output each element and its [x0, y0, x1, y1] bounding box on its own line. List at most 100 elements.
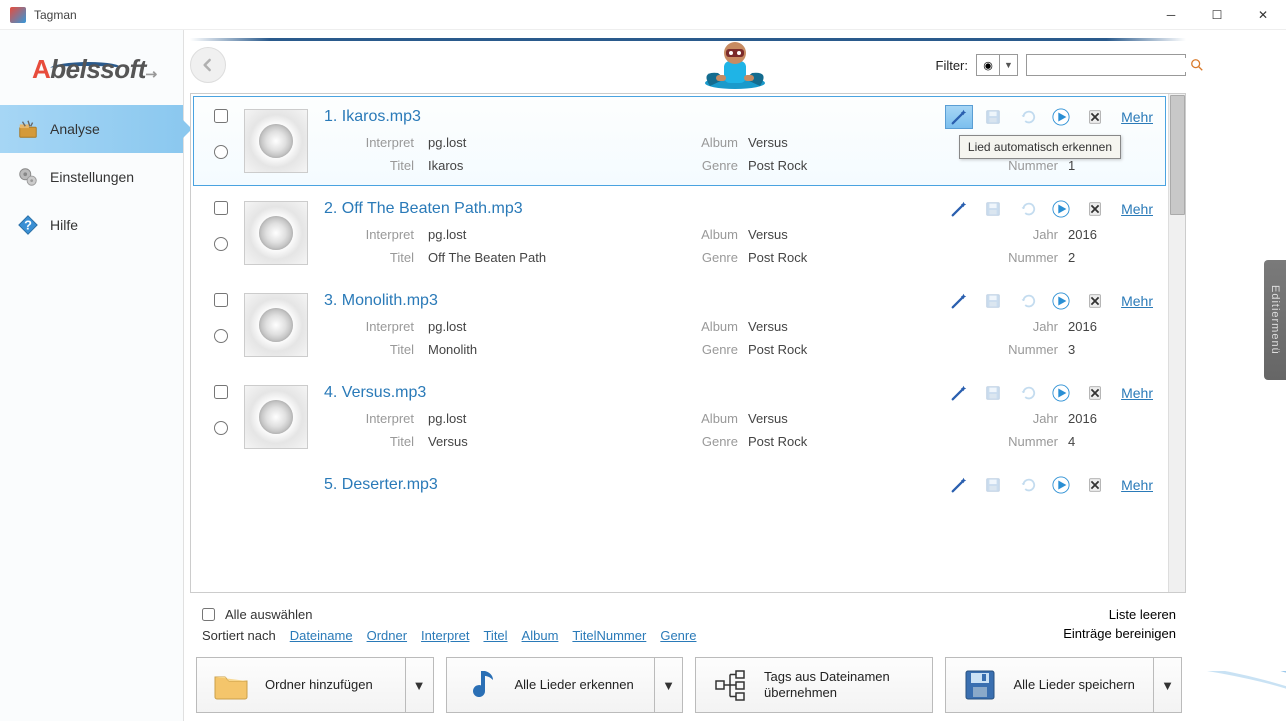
maximize-button[interactable]: ☐	[1194, 0, 1240, 30]
add-folder-button[interactable]: Ordner hinzufügen	[197, 658, 405, 712]
sort-link-dateiname[interactable]: Dateiname	[290, 628, 353, 643]
add-folder-dropdown[interactable]: ▼	[405, 658, 433, 712]
save-icon	[960, 665, 1000, 705]
sidebar-item-hilfe[interactable]: ?Hilfe	[0, 201, 183, 249]
delete-icon[interactable]	[1081, 381, 1109, 405]
tags-from-filenames-button[interactable]: Tags aus Dateinamenübernehmen	[696, 658, 932, 712]
album-art	[244, 201, 308, 265]
wand-icon[interactable]	[945, 381, 973, 405]
delete-icon[interactable]	[1081, 289, 1109, 313]
sort-link-titelnummer[interactable]: TitelNummer	[572, 628, 646, 643]
song-title: 4. Versus.mp3	[324, 384, 426, 402]
song-radio[interactable]	[214, 237, 228, 251]
search-icon	[1190, 58, 1204, 72]
wand-icon[interactable]	[945, 105, 973, 129]
filter-current-icon: ◉	[977, 55, 999, 75]
save-icon[interactable]	[979, 197, 1007, 221]
song-checkbox[interactable]	[214, 385, 228, 399]
sort-link-titel[interactable]: Titel	[483, 628, 507, 643]
song-checkbox[interactable]	[214, 201, 228, 215]
play-icon[interactable]	[1047, 105, 1075, 129]
select-all-checkbox[interactable]	[202, 608, 215, 621]
album-art	[244, 293, 308, 357]
entries-clean-link[interactable]: Einträge bereinigen	[1063, 626, 1176, 641]
filter-select[interactable]: ◉ ▼	[976, 54, 1018, 76]
song-card[interactable]: 3. Monolith.mp3 Mehr Interpretpg.lost Al…	[193, 280, 1166, 370]
wand-icon[interactable]	[945, 289, 973, 313]
song-radio[interactable]	[214, 421, 228, 435]
sidebar-item-analyse[interactable]: Analyse	[0, 105, 183, 153]
delete-icon[interactable]	[1081, 197, 1109, 221]
save-icon[interactable]	[979, 473, 1007, 494]
song-checkbox[interactable]	[214, 293, 228, 307]
save-icon[interactable]	[979, 105, 1007, 129]
album-art	[244, 385, 308, 449]
detect-all-button[interactable]: Alle Lieder erkennen	[447, 658, 655, 712]
album-art	[244, 109, 308, 173]
more-link[interactable]: Mehr	[1121, 293, 1153, 309]
nav-icon: ?	[16, 213, 40, 237]
song-card[interactable]: 5. Deserter.mp3 Mehr	[193, 464, 1166, 494]
play-icon[interactable]	[1047, 473, 1075, 494]
play-icon[interactable]	[1047, 289, 1075, 313]
music-note-icon	[461, 665, 501, 705]
song-card[interactable]: 2. Off The Beaten Path.mp3 Mehr Interpre…	[193, 188, 1166, 278]
dropdown-icon: ▼	[999, 55, 1017, 75]
song-checkbox[interactable]	[214, 109, 228, 123]
minimize-button[interactable]: ─	[1148, 0, 1194, 30]
song-card[interactable]: 4. Versus.mp3 Mehr Interpretpg.lost Albu…	[193, 372, 1166, 462]
undo-[interactable]	[1013, 197, 1041, 221]
save-all-dropdown[interactable]: ▼	[1153, 658, 1181, 712]
undo-[interactable]	[1013, 289, 1041, 313]
nav-icon	[16, 117, 40, 141]
sort-by-label: Sortiert nach	[202, 628, 276, 643]
list-clear-link[interactable]: Liste leeren	[1109, 607, 1176, 622]
more-link[interactable]: Mehr	[1121, 477, 1153, 493]
undo-[interactable]	[1013, 473, 1041, 494]
edit-menu-tab[interactable]: Editiermenü	[1264, 260, 1286, 380]
search-box[interactable]	[1026, 54, 1186, 76]
song-title: 1. Ikaros.mp3	[324, 108, 421, 126]
sort-link-album[interactable]: Album	[522, 628, 559, 643]
play-icon[interactable]	[1047, 381, 1075, 405]
hero-mascot	[700, 31, 770, 91]
save-all-button[interactable]: Alle Lieder speichern	[946, 658, 1154, 712]
content-area: Filter: ◉ ▼ 1. Ikaros.mp	[184, 30, 1286, 721]
detect-all-dropdown[interactable]: ▼	[654, 658, 682, 712]
brand-logo: Abelssoft	[0, 30, 183, 105]
back-button[interactable]	[190, 47, 226, 83]
wand-icon[interactable]	[945, 197, 973, 221]
song-radio[interactable]	[214, 145, 228, 159]
more-link[interactable]: Mehr	[1121, 201, 1153, 217]
scrollbar[interactable]	[1168, 94, 1185, 592]
song-title: 5. Deserter.mp3	[324, 476, 438, 494]
save-icon[interactable]	[979, 289, 1007, 313]
sort-link-interpret[interactable]: Interpret	[421, 628, 469, 643]
more-link[interactable]: Mehr	[1121, 385, 1153, 401]
delete-icon[interactable]	[1081, 473, 1109, 494]
save-icon[interactable]	[979, 381, 1007, 405]
sidebar-item-einstellungen[interactable]: Einstellungen	[0, 153, 183, 201]
wand-icon[interactable]	[945, 473, 973, 494]
undo-[interactable]	[1013, 381, 1041, 405]
titlebar: Tagman ─ ☐ ✕	[0, 0, 1286, 30]
sort-link-genre[interactable]: Genre	[660, 628, 696, 643]
sidebar: Abelssoft AnalyseEinstellungen?Hilfe	[0, 30, 184, 721]
more-link[interactable]: Mehr	[1121, 109, 1153, 125]
scrollbar-thumb[interactable]	[1170, 95, 1185, 215]
song-title: 3. Monolith.mp3	[324, 292, 438, 310]
delete-icon[interactable]	[1081, 105, 1109, 129]
bottom-panel: Alle auswählen Sortiert nach DateinameOr…	[184, 597, 1286, 721]
nav-icon	[16, 165, 40, 189]
play-icon[interactable]	[1047, 197, 1075, 221]
undo-[interactable]	[1013, 105, 1041, 129]
sort-link-ordner[interactable]: Ordner	[367, 628, 407, 643]
close-button[interactable]: ✕	[1240, 0, 1286, 30]
song-title: 2. Off The Beaten Path.mp3	[324, 200, 523, 218]
filter-label: Filter:	[936, 58, 969, 73]
search-input[interactable]	[1027, 58, 1190, 72]
song-card[interactable]: 1. Ikaros.mp3 Mehr Interpretpg.lost Albu…	[193, 96, 1166, 186]
tooltip: Lied automatisch erkennen	[959, 135, 1121, 159]
song-radio[interactable]	[214, 329, 228, 343]
svg-text:?: ?	[24, 218, 32, 233]
